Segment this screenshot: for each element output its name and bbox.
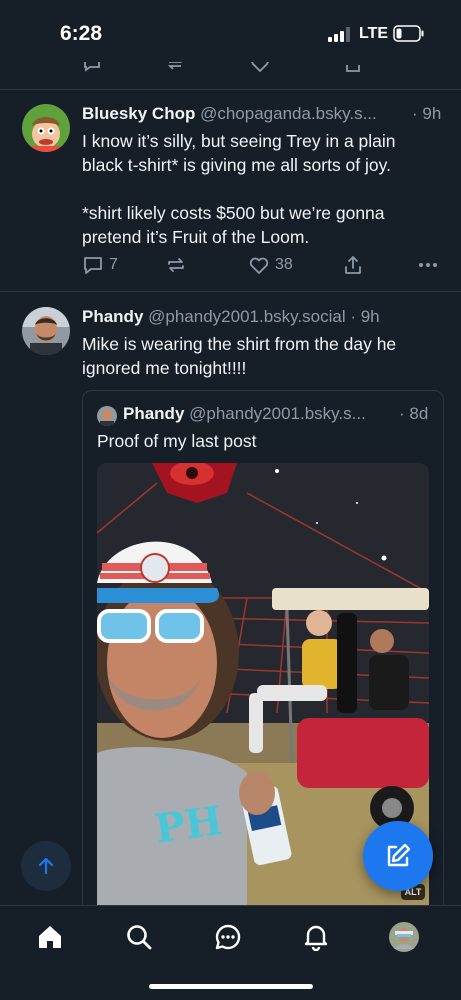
author-name[interactable]: Bluesky Chop: [82, 104, 195, 123]
post-actions: 7 38: [82, 254, 442, 278]
post-header: Phandy @phandy2001.bsky.social · 9h: [82, 307, 380, 327]
network-label: LTE: [359, 25, 389, 42]
home-icon: [39, 926, 61, 948]
avatar[interactable]: [22, 307, 70, 355]
previous-post-actions: [0, 62, 461, 76]
chat-icon: [215, 924, 241, 950]
avatar[interactable]: [22, 104, 70, 152]
divider: [0, 89, 461, 90]
like-count: 38: [275, 256, 293, 273]
post-text-line: *shirt likely costs $500 but we’re gonna: [82, 203, 385, 223]
reply-count: 7: [109, 256, 118, 273]
repost-button[interactable]: [165, 254, 187, 276]
reply-button[interactable]: 7: [82, 254, 118, 276]
post-text-line: pretend it’s Fruit of the Loom.: [82, 227, 310, 247]
more-button[interactable]: [417, 254, 439, 276]
post-text-line-empty: [82, 177, 432, 201]
bell-icon: [304, 925, 328, 951]
compose-button[interactable]: [363, 821, 433, 891]
post-text-line: Mike is wearing the shirt from the day h…: [82, 334, 397, 354]
svg-text:PH: PH: [152, 797, 226, 853]
divider: [0, 291, 461, 292]
post-text: I know it’s silly, but seeing Trey in a …: [82, 129, 432, 249]
tab-home[interactable]: [35, 922, 65, 952]
quote-header: Phandy @phandy2001.bsky.s...: [123, 404, 366, 424]
feed[interactable]: Bluesky Chop @chopaganda.bsky.s... · 9h …: [0, 62, 461, 905]
post-text-line: black t-shirt* is giving me all sorts of…: [82, 155, 391, 175]
more-icon: [419, 263, 437, 267]
author-handle[interactable]: @chopaganda.bsky.s...: [200, 104, 377, 123]
scroll-to-top-button[interactable]: [21, 841, 71, 891]
post-time: · 9h: [350, 307, 380, 326]
share-icon: [345, 256, 361, 274]
status-time: 6:28: [60, 22, 103, 45]
arrow-up-icon: [38, 857, 54, 875]
post-text-line: I know it’s silly, but seeing Trey in a …: [82, 131, 396, 151]
quote-author-handle[interactable]: @phandy2001.bsky.s...: [189, 404, 366, 423]
home-indicator: [149, 984, 313, 989]
post-text-line: ignored me tonight!!!!: [82, 358, 247, 378]
reply-icon: [84, 257, 102, 274]
quote-time: · 8d: [399, 404, 429, 423]
post-time: · 9h: [412, 104, 442, 123]
tab-chat[interactable]: [213, 922, 243, 952]
status-bar: 6:28 LTE: [0, 0, 461, 62]
like-button[interactable]: 38: [248, 254, 293, 276]
heart-icon: [249, 257, 269, 274]
compose-icon: [387, 843, 411, 867]
search-icon: [127, 925, 152, 950]
share-button[interactable]: [342, 254, 364, 276]
profile-avatar: [389, 922, 419, 952]
signal-icon: [328, 27, 350, 42]
post-text: Mike is wearing the shirt from the day h…: [82, 332, 432, 380]
post-header: Bluesky Chop @chopaganda.bsky.s...: [82, 104, 377, 124]
battery-icon: [393, 25, 424, 42]
quote-author-name[interactable]: Phandy: [123, 404, 184, 423]
tab-search[interactable]: [124, 922, 154, 952]
author-name[interactable]: Phandy: [82, 307, 143, 326]
quote-avatar: [97, 406, 117, 426]
author-handle[interactable]: @phandy2001.bsky.social: [148, 307, 345, 326]
repost-icon: [168, 258, 184, 272]
quote-text: Proof of my last post: [97, 431, 257, 451]
tab-notifications[interactable]: [301, 922, 331, 952]
tab-profile[interactable]: [389, 922, 419, 952]
